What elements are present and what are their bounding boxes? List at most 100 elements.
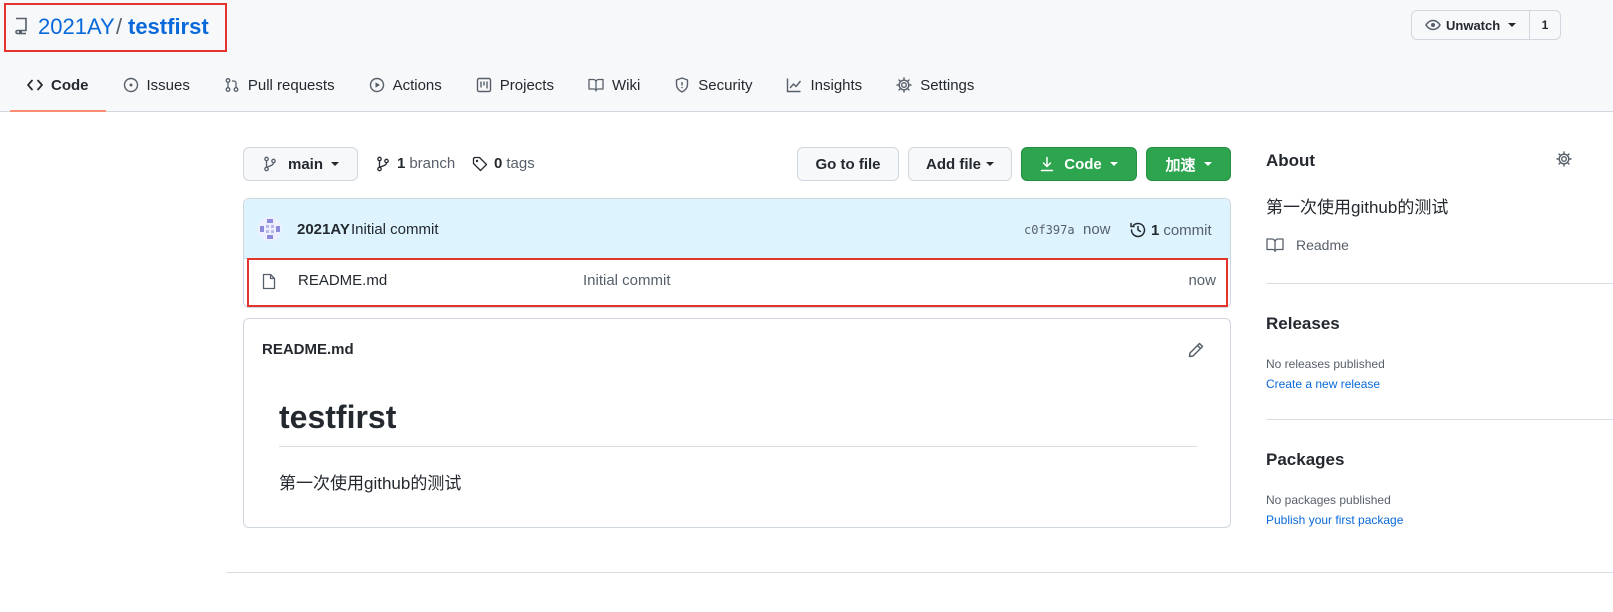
- book-icon: [588, 78, 604, 92]
- pull-request-icon: [225, 78, 239, 92]
- repo-icon: [13, 17, 29, 35]
- repo-header: 2021AY / testfirst Unwatch 1 Code Issues…: [0, 0, 1613, 112]
- avatar[interactable]: [258, 217, 282, 241]
- branch-name: main: [288, 155, 324, 173]
- watchers-count[interactable]: 1: [1530, 11, 1560, 39]
- releases-title[interactable]: Releases: [1266, 314, 1340, 334]
- readme-filename-link[interactable]: README.md: [262, 341, 354, 358]
- tag-count: 0: [494, 155, 503, 172]
- tab-security-label: Security: [698, 76, 753, 94]
- chevron-down-icon: [1203, 162, 1212, 166]
- unwatch-button[interactable]: Unwatch: [1412, 11, 1530, 39]
- packages-empty-text: No packages published: [1266, 493, 1391, 507]
- branch-icon: [264, 156, 276, 172]
- commit-author-link[interactable]: 2021AY: [297, 221, 350, 238]
- repo-owner-link[interactable]: 2021AY: [38, 14, 115, 40]
- tab-issues[interactable]: Issues: [106, 60, 207, 110]
- watch-control: Unwatch 1: [1411, 10, 1561, 40]
- tab-insights-label: Insights: [810, 76, 863, 94]
- branch-select-button[interactable]: main: [243, 147, 358, 181]
- issue-icon: [123, 77, 138, 93]
- unwatch-label: Unwatch: [1446, 17, 1501, 33]
- readme-box: README.md testfirst 第一次使用github的测试: [243, 318, 1231, 528]
- project-icon: [476, 77, 491, 93]
- file-name-link[interactable]: README.md: [298, 272, 387, 289]
- readme-link[interactable]: Readme: [1266, 237, 1349, 253]
- history-icon: [1130, 222, 1146, 238]
- tab-pull-requests-label: Pull requests: [247, 76, 335, 94]
- repo-description: 第一次使用github的测试: [1266, 198, 1449, 217]
- chevron-down-icon: [1508, 23, 1517, 27]
- tab-actions-label: Actions: [392, 76, 442, 94]
- file-commit-message-link[interactable]: Initial commit: [583, 272, 671, 289]
- tab-actions[interactable]: Actions: [352, 60, 459, 110]
- tab-projects[interactable]: Projects: [459, 60, 571, 110]
- packages-title[interactable]: Packages: [1266, 450, 1344, 470]
- commit-message-link[interactable]: Initial commit: [351, 221, 439, 238]
- add-file-label: Add file: [926, 155, 981, 173]
- branch-icon: [377, 156, 389, 171]
- eye-icon: [1425, 19, 1441, 31]
- tab-wiki[interactable]: Wiki: [571, 60, 657, 110]
- repo-separator: /: [116, 14, 123, 39]
- repo-name-link[interactable]: testfirst: [128, 14, 209, 40]
- tab-code[interactable]: Code: [10, 60, 106, 112]
- tab-issues-label: Issues: [146, 76, 190, 94]
- repo-title: 2021AY / testfirst: [4, 3, 227, 52]
- book-icon: [1266, 238, 1284, 253]
- releases-empty-text: No releases published: [1266, 357, 1385, 371]
- download-icon: [1041, 156, 1054, 172]
- readme-body: 第一次使用github的测试: [279, 474, 462, 493]
- chevron-down-icon: [986, 162, 994, 166]
- tab-settings[interactable]: Settings: [879, 60, 991, 110]
- shield-icon: [676, 77, 689, 93]
- tab-pull-requests[interactable]: Pull requests: [207, 60, 352, 110]
- tab-insights[interactable]: Insights: [769, 60, 879, 110]
- tab-projects-label: Projects: [499, 76, 554, 94]
- code-download-button[interactable]: Code: [1021, 147, 1137, 181]
- repo-nav: Code Issues Pull requests Actions Projec…: [10, 60, 991, 112]
- play-icon: [369, 77, 384, 93]
- list-item[interactable]: README.md Initial commit now: [247, 258, 1228, 307]
- file-list-box: 2021AY Initial commit c0f397a now 1 comm…: [243, 198, 1231, 308]
- pencil-icon[interactable]: [1187, 341, 1205, 359]
- about-title: About: [1266, 151, 1316, 170]
- commit-sha-link[interactable]: c0f397a: [1024, 223, 1075, 237]
- publish-package-link[interactable]: Publish your first package: [1266, 513, 1403, 527]
- code-button-label: Code: [1064, 155, 1102, 173]
- go-to-file-button[interactable]: Go to file: [797, 147, 899, 181]
- branches-link[interactable]: 1 branch: [375, 155, 455, 172]
- commit-history-link[interactable]: 1 commit: [1129, 221, 1212, 239]
- readme-link-label: Readme: [1296, 237, 1349, 253]
- file-commit-time: now: [1188, 272, 1216, 289]
- gear-icon[interactable]: [1556, 151, 1572, 167]
- file-icon: [262, 273, 276, 290]
- tag-icon: [472, 156, 488, 171]
- gear-icon: [896, 77, 912, 93]
- tab-security[interactable]: Security: [657, 60, 769, 110]
- footer-divider: [226, 572, 1613, 573]
- go-to-file-label: Go to file: [815, 155, 881, 173]
- branch-count: 1: [397, 155, 406, 172]
- divider: [1266, 283, 1613, 284]
- chevron-down-icon: [1109, 162, 1118, 166]
- create-release-link[interactable]: Create a new release: [1266, 377, 1380, 391]
- accelerate-label: 加速: [1165, 156, 1196, 174]
- commit-count: 1: [1151, 221, 1160, 239]
- chevron-down-icon: [331, 162, 340, 166]
- tab-wiki-label: Wiki: [611, 76, 641, 94]
- divider: [1266, 419, 1613, 420]
- branch-count-label: branch: [409, 155, 456, 172]
- tab-settings-label: Settings: [920, 76, 975, 94]
- tab-code-label: Code: [51, 76, 89, 94]
- add-file-button[interactable]: Add file: [908, 147, 1012, 181]
- readme-heading: testfirst: [279, 399, 1197, 447]
- latest-commit-row: 2021AY Initial commit c0f397a now 1 comm…: [244, 199, 1230, 259]
- code-icon: [27, 79, 43, 91]
- tag-count-label: tags: [506, 155, 535, 172]
- commit-count-label: commit: [1163, 221, 1212, 239]
- commit-time: now: [1083, 221, 1111, 238]
- tags-link[interactable]: 0 tags: [472, 155, 535, 172]
- graph-icon: [787, 78, 802, 93]
- accelerate-button[interactable]: 加速: [1146, 147, 1231, 181]
